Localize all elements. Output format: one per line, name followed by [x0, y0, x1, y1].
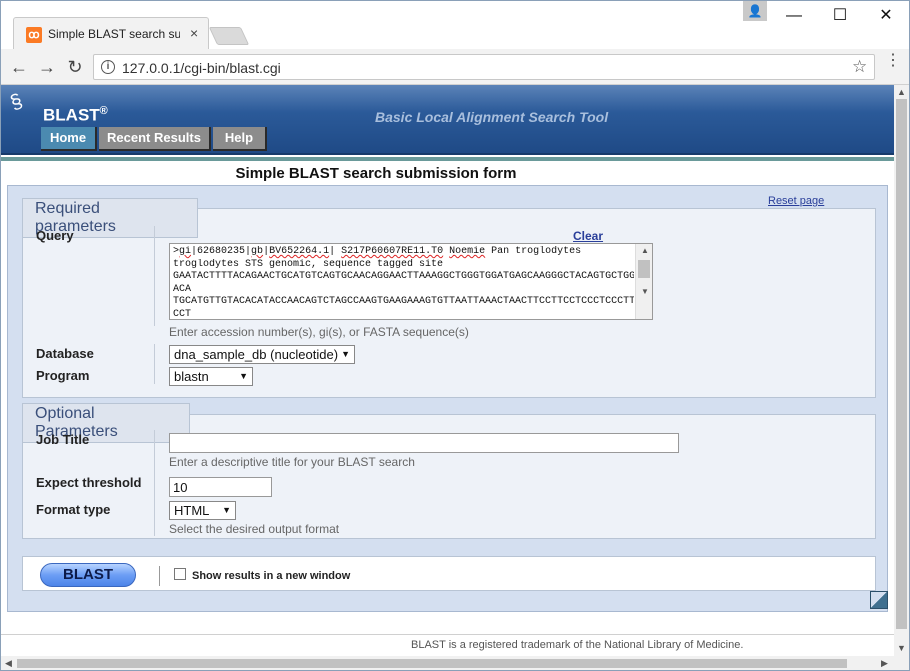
browser-window: ꝏ Simple BLAST search sub × 👤 — ☐ ✕ ← → … [0, 0, 910, 671]
xampp-favicon-icon: ꝏ [26, 27, 42, 43]
new-window-label[interactable]: Show results in a new window [192, 570, 350, 582]
query-clone: S217P60607RE11.T0 [341, 246, 444, 257]
logo-registered: ® [99, 105, 108, 117]
minimize-button[interactable]: — [779, 5, 809, 27]
scroll-up-icon[interactable]: ▲ [897, 87, 906, 97]
query-scrollbar[interactable]: ▲ ▼ [635, 244, 652, 319]
database-value: dna_sample_db (nucleotide) [174, 347, 339, 362]
bookmark-star-icon[interactable]: ☆ [852, 57, 867, 77]
submit-bar: BLAST Show results in a new window [22, 556, 876, 591]
query-accession: BV652264.1 [269, 246, 330, 257]
dna-helix-icon: § [7, 89, 26, 115]
job-title-label: Job Title [36, 432, 90, 447]
job-title-input[interactable] [169, 433, 679, 453]
nav-home[interactable]: Home [41, 127, 97, 151]
close-window-button[interactable]: ✕ [871, 5, 901, 27]
query-textarea[interactable]: >gi|62680235|gb|BV652264.1| S217P60607RE… [169, 243, 653, 320]
profile-icon[interactable]: 👤 [743, 1, 767, 21]
reload-button[interactable]: ↻ [63, 55, 87, 79]
browser-menu-icon[interactable]: ⋮ [885, 53, 901, 69]
dropdown-arrow-icon: ▼ [239, 371, 248, 381]
program-label: Program [36, 368, 90, 383]
scroll-down-icon[interactable]: ▼ [641, 287, 649, 296]
program-select[interactable]: blastn ▼ [169, 367, 253, 386]
scroll-right-icon[interactable]: ▶ [881, 658, 888, 669]
nav-help[interactable]: Help [213, 127, 267, 151]
database-label: Database [36, 346, 94, 361]
query-line-4: ACA [173, 283, 192, 295]
query-hint: Enter accession number(s), gi(s), or FAS… [169, 325, 469, 339]
query-gb: gb [251, 246, 264, 257]
back-button[interactable]: ← [7, 55, 31, 79]
database-select[interactable]: dna_sample_db (nucleotide) ▼ [169, 345, 355, 364]
reset-page-link[interactable]: Reset page [768, 195, 824, 207]
page-vertical-scrollbar[interactable]: ▲ ▼ [894, 85, 909, 656]
format-type-select[interactable]: HTML ▼ [169, 501, 236, 520]
tagline: Basic Local Alignment Search Tool [375, 109, 609, 125]
job-title-hint: Enter a descriptive title for your BLAST… [169, 455, 415, 469]
dropdown-arrow-icon: ▼ [341, 349, 350, 359]
format-type-label: Format type [36, 502, 111, 517]
page-viewport: § BLAST® Basic Local Alignment Search To… [1, 85, 894, 656]
query-line-6: CCT [173, 308, 192, 320]
maximize-button[interactable]: ☐ [825, 5, 855, 27]
query-line-2: troglodytes STS genomic, sequence tagged… [173, 258, 444, 270]
logo-text: BLAST [43, 105, 100, 125]
expect-threshold-label: Expect threshold [36, 475, 142, 490]
search-form: Reset page Required parameters Query Cle… [7, 185, 888, 612]
page-title: Simple BLAST search submission form [235, 165, 517, 182]
divider [154, 226, 155, 326]
tab-title: Simple BLAST search sub [48, 27, 180, 41]
separator [159, 566, 160, 586]
blast-logo[interactable]: BLAST® [43, 105, 108, 126]
footer-divider [1, 634, 894, 635]
new-tab-button[interactable] [208, 27, 250, 45]
divider [154, 344, 155, 384]
page-horizontal-scrollbar[interactable]: ◀ ▶ [1, 656, 909, 670]
forward-button[interactable]: → [35, 55, 59, 79]
url-text[interactable]: 127.0.0.1/cgi-bin/blast.cgi [122, 60, 281, 76]
blast-submit-button[interactable]: BLAST [40, 563, 136, 587]
scroll-down-icon[interactable]: ▼ [897, 643, 906, 653]
scroll-thumb[interactable] [638, 260, 650, 278]
address-bar[interactable]: i 127.0.0.1/cgi-bin/blast.cgi ☆ [93, 54, 875, 80]
query-label: Query [36, 228, 74, 243]
scroll-left-icon[interactable]: ◀ [5, 658, 12, 669]
header-stripe [1, 157, 894, 161]
scroll-thumb[interactable] [896, 99, 907, 629]
nav-recent-results[interactable]: Recent Results [99, 127, 211, 151]
query-noemie: Noemie [449, 246, 486, 257]
expect-threshold-input[interactable]: 10 [169, 477, 272, 497]
scroll-thumb[interactable] [17, 659, 847, 668]
footer-text: BLAST is a registered trademark of the N… [411, 639, 744, 651]
query-line-1: >gi|62680235|gb|BV652264.1| S217P60607RE… [173, 246, 582, 257]
tab-close-icon[interactable]: × [190, 25, 198, 41]
divider [154, 430, 155, 536]
query-line-3: GAATACTTTTACAGAACTGCATGTCAGTGCAACAGGAACT… [173, 271, 634, 282]
format-value: HTML [174, 503, 210, 518]
new-window-checkbox[interactable] [174, 568, 186, 580]
format-type-hint: Select the desired output format [169, 522, 340, 536]
title-bar: ꝏ Simple BLAST search sub × 👤 — ☐ ✕ [1, 1, 909, 49]
query-gi: gi [179, 246, 192, 257]
dropdown-arrow-icon: ▼ [222, 505, 231, 515]
info-icon[interactable]: i [101, 60, 115, 74]
blast-banner: § BLAST® Basic Local Alignment Search To… [1, 85, 894, 155]
browser-tab[interactable]: ꝏ Simple BLAST search sub × [13, 17, 209, 49]
query-line-5: TGCATGTTGTACACATACCAACAGTCTAGCCAAGTGAAGA… [173, 296, 634, 307]
corner-resize-icon [870, 591, 888, 609]
program-value: blastn [174, 369, 209, 384]
browser-toolbar: ← → ↻ i 127.0.0.1/cgi-bin/blast.cgi ☆ ⋮ [1, 49, 909, 85]
clear-query-link[interactable]: Clear [573, 229, 603, 243]
scroll-up-icon[interactable]: ▲ [641, 246, 649, 255]
